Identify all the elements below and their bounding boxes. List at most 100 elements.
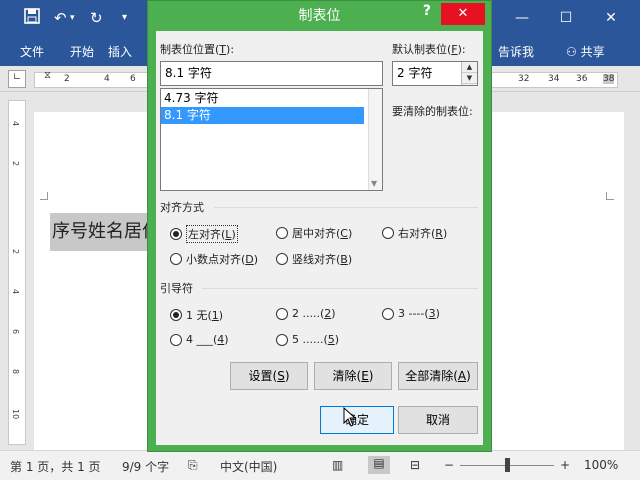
ruler-number: 32	[518, 74, 530, 84]
spin-up-icon[interactable]: ▲	[462, 62, 477, 73]
radio-icon	[276, 227, 288, 239]
list-scrollbar[interactable]: ▼	[368, 89, 382, 190]
radio-icon	[170, 309, 182, 321]
default-tab-stepper[interactable]: ▲ ▼	[461, 62, 477, 85]
align-center-label: 居中对齐(C)	[292, 227, 353, 240]
save-icon[interactable]	[24, 8, 40, 29]
radio-icon	[382, 227, 394, 239]
share-button[interactable]: ⚇ 共享	[566, 43, 605, 60]
radio-icon	[276, 307, 288, 320]
ruler-number: 34	[548, 74, 560, 84]
tab-selector-icon[interactable]: ∟	[8, 70, 26, 88]
minimize-icon[interactable]: —	[508, 6, 536, 30]
set-button[interactable]: 设置(S)	[230, 362, 308, 390]
leader-middots-label: 5 ......(5)	[292, 333, 340, 346]
radio-icon	[276, 253, 288, 265]
group-divider	[202, 288, 478, 289]
leader-dashes-radio[interactable]: 3 ----(3)	[382, 307, 440, 320]
group-divider	[214, 207, 478, 208]
ok-button[interactable]: 确定	[320, 406, 394, 434]
align-left-radio[interactable]: 左对齐(L)	[170, 225, 238, 243]
radio-icon	[170, 228, 182, 240]
dialog-body: 制表位位置(T): 8.1 字符 4.73 字符 8.1 字符 ▼ 默认制表位(…	[156, 31, 483, 445]
leader-underline-radio[interactable]: 4 ___(4)	[170, 333, 229, 346]
zoom-slider-thumb[interactable]	[505, 458, 510, 472]
clear-all-button[interactable]: 全部清除(A)	[398, 362, 478, 390]
cancel-button[interactable]: 取消	[398, 406, 478, 434]
scroll-down-icon[interactable]: ▼	[371, 179, 377, 188]
default-tab-label: 默认制表位(F):	[392, 43, 466, 56]
undo-icon[interactable]: ↶	[54, 8, 67, 28]
indent-marker-icon[interactable]: ⧖	[44, 70, 51, 81]
ruler-number: 36	[576, 74, 588, 84]
spin-down-icon[interactable]: ▼	[462, 73, 477, 84]
leader-underline-label: 4 ___(4)	[186, 333, 229, 346]
tab-stop-position-input[interactable]: 8.1 字符	[160, 61, 383, 86]
user-icon: ⚇	[566, 45, 577, 59]
align-bar-label: 竖线对齐(B)	[292, 253, 353, 266]
leader-dots-radio[interactable]: 2 .....(2)	[276, 307, 336, 320]
leader-group-label: 引导符	[160, 282, 193, 295]
tab-stops-list[interactable]: 4.73 字符 8.1 字符 ▼	[160, 88, 383, 191]
align-decimal-radio[interactable]: 小数点对齐(D)	[170, 251, 258, 267]
list-item[interactable]: 4.73 字符	[161, 90, 382, 107]
leader-dots-label: 2 .....(2)	[292, 307, 336, 320]
vruler-number: 8	[11, 369, 20, 375]
page-count[interactable]: 第 1 页，共 1 页	[10, 458, 101, 475]
zoom-out-button[interactable]: −	[444, 458, 454, 472]
list-item[interactable]: 8.1 字符	[161, 107, 364, 124]
print-layout-icon[interactable]: ▤	[368, 456, 390, 474]
undo-dropdown-icon[interactable]: ▾	[70, 8, 75, 28]
align-bar-radio[interactable]: 竖线对齐(B)	[276, 251, 352, 267]
vruler-number: 4	[11, 121, 20, 127]
read-mode-icon[interactable]: ▥	[332, 458, 343, 472]
align-decimal-label: 小数点对齐(D)	[186, 253, 259, 266]
vertical-ruler: 4 2 2 4 6 8 10	[8, 100, 26, 445]
alignment-group-label: 对齐方式	[160, 201, 204, 214]
vruler-number: 4	[11, 289, 20, 295]
word-count[interactable]: 9/9 个字	[122, 458, 169, 475]
language[interactable]: 中文(中国)	[220, 458, 277, 475]
default-tab-input[interactable]: 2 字符 ▲ ▼	[392, 61, 478, 86]
tab-insert[interactable]: 插入	[108, 43, 132, 60]
tab-home[interactable]: 开始	[70, 43, 94, 60]
vruler-number: 2	[11, 161, 20, 167]
tell-me-button[interactable]: 告诉我	[498, 43, 534, 60]
margin-mark	[606, 192, 614, 200]
status-bar: 第 1 页，共 1 页 9/9 个字 ⎘ 中文(中国) ▥ ▤ ⊟ − + 10…	[0, 450, 640, 480]
tabs-dialog: 制表位 ? ✕ 制表位位置(T): 8.1 字符 4.73 字符 8.1 字符 …	[147, 0, 492, 452]
leader-middots-radio[interactable]: 5 ......(5)	[276, 333, 339, 346]
ruler-number: 6	[130, 74, 136, 84]
customize-quick-access-icon[interactable]: ▾	[122, 8, 127, 28]
close-icon[interactable]: ✕	[441, 3, 485, 25]
margin-mark	[40, 192, 48, 200]
tab-file[interactable]: 文件	[20, 43, 44, 60]
help-icon[interactable]: ?	[423, 3, 431, 19]
leader-none-label: 1 无(1)	[186, 309, 224, 322]
radio-icon	[170, 253, 182, 265]
mouse-pointer-icon	[343, 407, 357, 427]
vruler-number: 10	[11, 409, 20, 420]
proofing-icon[interactable]: ⎘	[188, 458, 198, 473]
web-layout-icon[interactable]: ⊟	[410, 458, 420, 472]
close-window-icon[interactable]: ✕	[597, 6, 625, 30]
redo-icon[interactable]: ↻	[90, 8, 103, 28]
clear-button[interactable]: 清除(E)	[314, 362, 392, 390]
align-right-radio[interactable]: 右对齐(R)	[382, 225, 447, 241]
share-label: 共享	[580, 45, 605, 59]
radio-icon	[170, 333, 182, 346]
document-text[interactable]: 序号姓名居住	[50, 213, 160, 251]
zoom-in-button[interactable]: +	[560, 458, 570, 472]
ruler-number: 2	[64, 74, 70, 84]
vruler-number: 2	[11, 249, 20, 255]
align-center-radio[interactable]: 居中对齐(C)	[276, 225, 352, 241]
ruler-number: 38	[603, 74, 615, 84]
default-tab-value: 2 字符	[397, 66, 433, 80]
tabs-to-clear-label: 要清除的制表位:	[392, 105, 473, 118]
zoom-level[interactable]: 100%	[584, 458, 618, 472]
leader-none-radio[interactable]: 1 无(1)	[170, 307, 223, 323]
leader-dashes-label: 3 ----(3)	[398, 307, 440, 320]
ruler-number: 4	[104, 74, 110, 84]
vruler-number: 6	[11, 329, 20, 335]
maximize-icon[interactable]: ☐	[552, 6, 580, 30]
